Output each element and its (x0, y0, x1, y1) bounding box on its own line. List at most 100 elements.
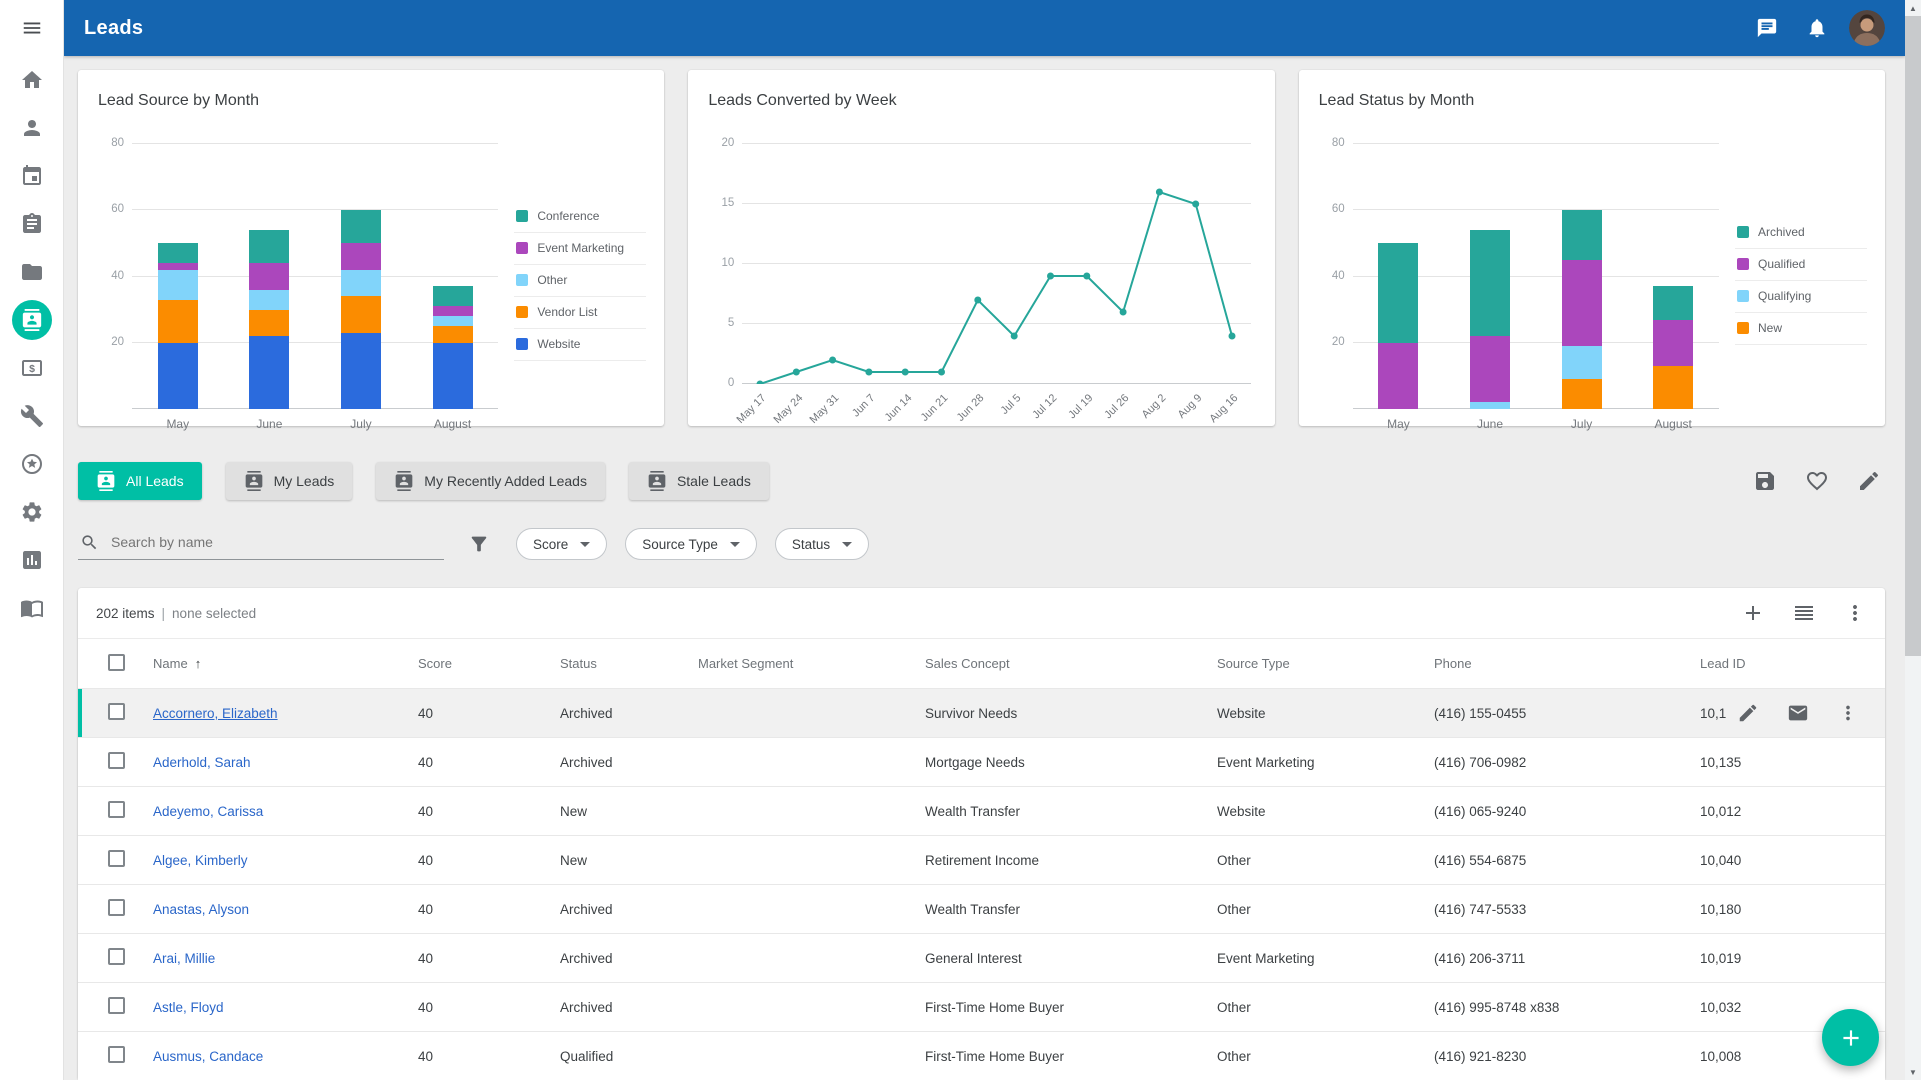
avatar[interactable] (1849, 10, 1885, 46)
checkbox-cell (78, 850, 153, 870)
search-icon (80, 533, 99, 552)
filter-dropdown-score[interactable]: Score (516, 528, 607, 560)
row-checkbox[interactable] (108, 703, 125, 720)
cell-sales-concept: First-Time Home Buyer (925, 1000, 1217, 1015)
list-button[interactable] (1792, 601, 1816, 625)
chat-button[interactable] (1749, 10, 1785, 46)
lead-name-link[interactable]: Adeyemo, Carissa (153, 804, 263, 819)
sidebar-item-home[interactable] (0, 56, 64, 104)
view-tab-my-leads[interactable]: My Leads (226, 462, 353, 500)
legend-item: Qualifying (1735, 281, 1867, 313)
lead-name-link[interactable]: Astle, Floyd (153, 1000, 224, 1015)
view-tab-all-leads[interactable]: All Leads (78, 462, 202, 500)
favorite-button[interactable] (1805, 469, 1829, 493)
cell-status: Archived (560, 902, 698, 917)
row-action-email[interactable] (1787, 702, 1809, 724)
sidebar-item-docs[interactable] (0, 584, 64, 632)
search-input[interactable] (109, 533, 442, 551)
bar-segment (249, 290, 289, 310)
filter-button[interactable] (468, 533, 490, 555)
notifications-button[interactable] (1799, 10, 1835, 46)
x-tick-label: August (1638, 417, 1708, 431)
row-checkbox[interactable] (108, 899, 125, 916)
column-header-phone[interactable]: Phone (1434, 656, 1700, 671)
scroll-down-arrow[interactable]: ▼ (1905, 1064, 1921, 1080)
menu-button[interactable] (0, 0, 64, 56)
lead-name-link[interactable]: Arai, Millie (153, 951, 215, 966)
items-count: 202 items (96, 606, 155, 621)
plot-area: 20406080 (132, 144, 498, 409)
search-field[interactable] (78, 529, 444, 560)
more-button[interactable] (1843, 601, 1867, 625)
column-header-lead-id[interactable]: Lead ID (1700, 656, 1885, 671)
lead-name-link[interactable]: Ausmus, Candace (153, 1049, 263, 1064)
row-checkbox[interactable] (108, 752, 125, 769)
lead-name-link[interactable]: Accornero, Elizabeth (153, 706, 278, 721)
table-row[interactable]: Aderhold, Sarah40ArchivedMortgage NeedsE… (78, 737, 1885, 786)
nav-rail: $ (0, 0, 64, 1080)
table-row[interactable]: Adeyemo, Carissa40NewWealth TransferWebs… (78, 786, 1885, 835)
table-row[interactable]: Arai, Millie40ArchivedGeneral InterestEv… (78, 933, 1885, 982)
vertical-scrollbar[interactable]: ▲ ▼ (1905, 0, 1921, 1080)
x-tick-label: May 17 (701, 392, 769, 460)
view-tab-my-recently-added-leads[interactable]: My Recently Added Leads (376, 462, 605, 500)
edit-button[interactable] (1857, 469, 1881, 493)
fab-add-button[interactable] (1822, 1009, 1879, 1066)
column-header-source-type[interactable]: Source Type (1217, 656, 1434, 671)
sidebar-item-tasks[interactable] (0, 200, 64, 248)
sidebar-item-invoices[interactable]: $ (0, 344, 64, 392)
cell-phone: (416) 706-0982 (1434, 755, 1700, 770)
items-summary: 202 items|none selected (96, 606, 256, 621)
column-header-sales-concept[interactable]: Sales Concept (925, 656, 1217, 671)
column-header-status[interactable]: Status (560, 656, 698, 671)
row-action-edit[interactable] (1737, 702, 1759, 724)
scrollbar-thumb[interactable] (1905, 16, 1921, 656)
sidebar-item-stars[interactable] (0, 440, 64, 488)
column-header-market-segment[interactable]: Market Segment (698, 656, 925, 671)
legend-label: Other (537, 273, 567, 287)
bar-segment (433, 343, 473, 409)
filter-dropdown-status[interactable]: Status (775, 528, 869, 560)
table-row[interactable]: Algee, Kimberly40NewRetirement IncomeOth… (78, 835, 1885, 884)
table-row[interactable]: Ausmus, Candace40QualifiedFirst-Time Hom… (78, 1031, 1885, 1080)
row-checkbox[interactable] (108, 948, 125, 965)
row-checkbox[interactable] (108, 1046, 125, 1063)
cell-source-type: Other (1217, 1000, 1434, 1015)
filter-dropdown-label: Source Type (642, 537, 718, 552)
select-all-checkbox[interactable] (108, 654, 125, 671)
row-checkbox[interactable] (108, 850, 125, 867)
bar-may (158, 144, 198, 409)
sidebar-item-settings[interactable] (0, 488, 64, 536)
y-tick-label: 40 (96, 270, 124, 282)
sidebar-item-analytics[interactable] (0, 536, 64, 584)
cell-name: Adeyemo, Carissa (153, 804, 418, 819)
sidebar-item-person[interactable] (0, 104, 64, 152)
sidebar-item-folder[interactable] (0, 248, 64, 296)
y-tick-label: 10 (706, 257, 734, 269)
filter-dropdown-source-type[interactable]: Source Type (625, 528, 757, 560)
lead-name-link[interactable]: Aderhold, Sarah (153, 755, 251, 770)
main-content: Lead Source by Month 20406080 MayJuneJul… (64, 56, 1905, 1080)
sidebar-item-contacts[interactable] (0, 296, 64, 344)
table-row[interactable]: Astle, Floyd40ArchivedFirst-Time Home Bu… (78, 982, 1885, 1031)
scroll-up-arrow[interactable]: ▲ (1905, 0, 1921, 16)
sidebar-item-tools[interactable] (0, 392, 64, 440)
save-button[interactable] (1753, 469, 1777, 493)
person-icon (20, 116, 44, 140)
add-button[interactable] (1741, 601, 1765, 625)
column-header-score[interactable]: Score (418, 656, 560, 671)
row-action-more[interactable] (1837, 702, 1859, 724)
legend-label: Website (537, 337, 580, 351)
stars-icon (20, 452, 44, 476)
lead-name-link[interactable]: Anastas, Alyson (153, 902, 249, 917)
lead-name-link[interactable]: Algee, Kimberly (153, 853, 248, 868)
row-checkbox[interactable] (108, 801, 125, 818)
sidebar-item-calendar[interactable] (0, 152, 64, 200)
x-tick-label: Aug 9 (1137, 392, 1205, 460)
table-row[interactable]: Accornero, Elizabeth40ArchivedSurvivor N… (78, 688, 1885, 737)
bar-segment (1653, 320, 1693, 366)
row-checkbox[interactable] (108, 997, 125, 1014)
view-tab-stale-leads[interactable]: Stale Leads (629, 462, 769, 500)
table-row[interactable]: Anastas, Alyson40ArchivedWealth Transfer… (78, 884, 1885, 933)
column-header-name[interactable]: Name↑ (153, 656, 418, 671)
